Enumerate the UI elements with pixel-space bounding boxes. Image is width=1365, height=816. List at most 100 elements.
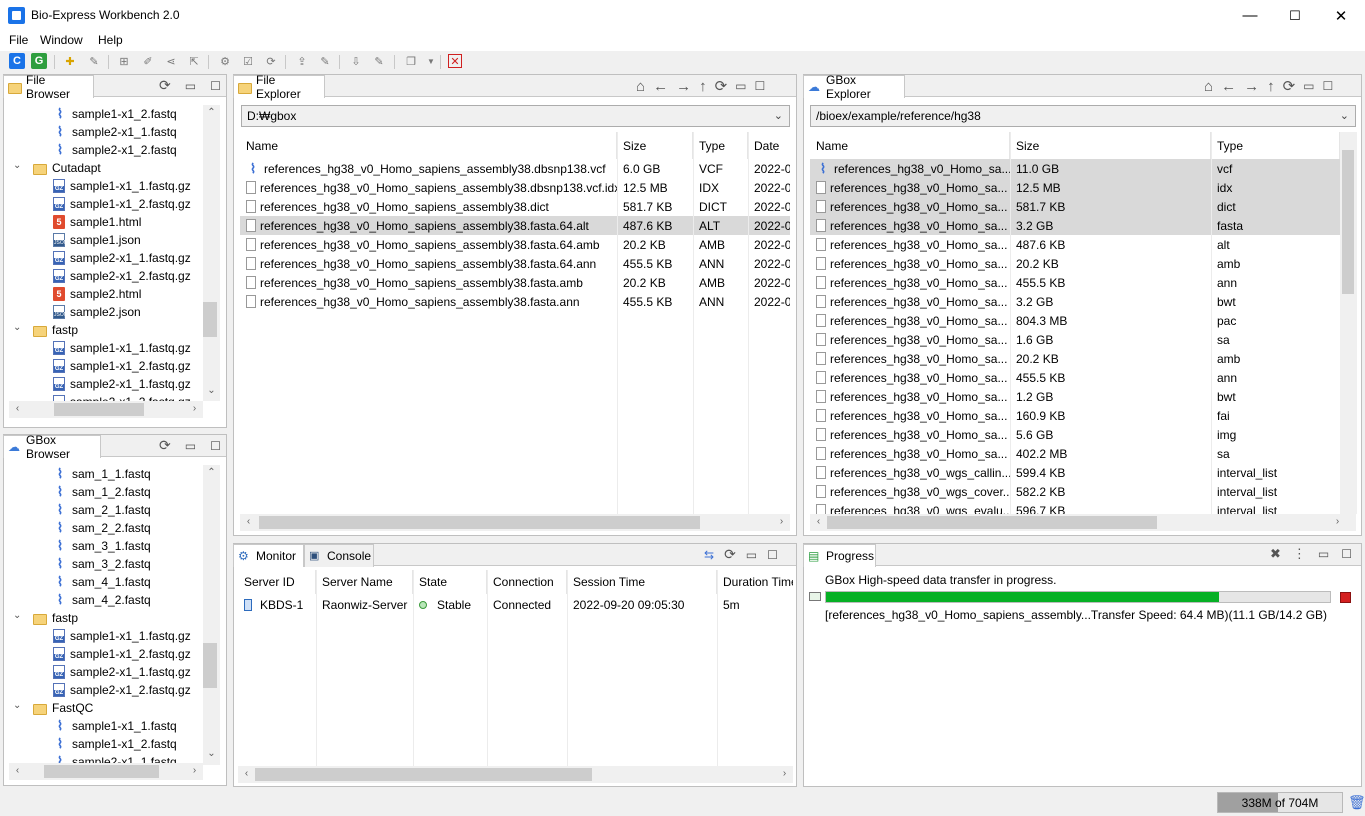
forward-arrow-icon[interactable]: →	[1244, 78, 1259, 95]
tree-item[interactable]: fastp	[33, 609, 78, 627]
scroll-thumb[interactable]	[54, 403, 144, 416]
table-row[interactable]: references_hg38_v0_Homo_sa... 402.2 MB sa	[810, 444, 1340, 463]
up-arrow-icon[interactable]: ↑	[699, 78, 707, 95]
stop-transfer-button[interactable]	[1340, 592, 1351, 603]
delete-icon[interactable]: ✕	[448, 54, 462, 68]
scroll-down-icon[interactable]: ⌄	[203, 748, 220, 759]
expand-toggle-icon[interactable]: ⌄	[13, 160, 21, 171]
forward-arrow-icon[interactable]: →	[676, 78, 691, 95]
tree-item[interactable]: fastp	[33, 321, 78, 339]
maximize-view-icon[interactable]: ☐	[754, 79, 765, 93]
tab-monitor[interactable]: ⚙ Monitor	[233, 544, 304, 567]
column-header[interactable]: Size	[1010, 132, 1211, 159]
copy-dropdown-icon[interactable]: ▼	[423, 53, 439, 69]
scroll-left-icon[interactable]: ‹	[240, 516, 257, 527]
horizontal-scrollbar[interactable]: ‹ ›	[240, 514, 790, 531]
add-pipeline-icon[interactable]: ⊞	[116, 53, 132, 69]
column-header[interactable]: Server Name	[316, 570, 413, 594]
tree-item[interactable]: ⌇ sam_1_1.fastq	[53, 465, 151, 483]
close-window-button[interactable]: ✕	[1318, 0, 1364, 31]
minimize-view-icon[interactable]: ▭	[185, 439, 196, 453]
expand-toggle-icon[interactable]: ⌄	[13, 700, 21, 711]
tree-item[interactable]: ⌇ sam_4_1.fastq	[53, 573, 151, 591]
tree-item[interactable]: GZ sample2-x1_2.fastq.gz	[53, 681, 191, 699]
share-icon[interactable]: ⋖	[163, 53, 179, 69]
column-header[interactable]: Name	[810, 132, 1010, 159]
tree-item[interactable]: GZ sample1-x1_2.fastq.gz	[53, 645, 191, 663]
tree-item[interactable]: 5 sample1.html	[53, 213, 141, 231]
column-header[interactable]: Connection	[487, 570, 567, 594]
refresh-job-icon[interactable]: ⟳	[263, 53, 279, 69]
edit-project-icon[interactable]: ✎	[86, 53, 102, 69]
minimize-view-icon[interactable]: ▭	[1303, 79, 1314, 93]
refresh-icon[interactable]: ⟳	[159, 77, 171, 94]
tab-file-explorer[interactable]: File Explorer	[233, 73, 325, 101]
tree-item[interactable]: GZ sample1-x1_2.fastq.gz	[53, 195, 191, 213]
tree-item[interactable]: GZ sample1-x1_1.fastq.gz	[53, 339, 191, 357]
scroll-right-icon[interactable]: ›	[1329, 516, 1346, 527]
column-header[interactable]: Server ID	[238, 570, 316, 594]
scroll-thumb[interactable]	[44, 765, 159, 778]
column-header[interactable]: State	[413, 570, 487, 594]
tree-item[interactable]: ⌇ sam_3_1.fastq	[53, 537, 151, 555]
table-row[interactable]: references_hg38_v0_Homo_sapiens_assembly…	[240, 292, 790, 311]
table-row[interactable]: references_hg38_v0_Homo_sa... 5.6 GB img	[810, 425, 1340, 444]
refresh-icon[interactable]: ⟳	[1283, 77, 1296, 95]
horizontal-scrollbar[interactable]: ‹ ›	[9, 763, 203, 780]
tree-item[interactable]: GZ sample1-x1_1.fastq.gz	[53, 627, 191, 645]
upload-icon[interactable]: ⇪	[294, 53, 310, 69]
scroll-left-icon[interactable]: ‹	[9, 403, 26, 414]
expand-toggle-icon[interactable]: ⌄	[13, 322, 21, 333]
scroll-up-icon[interactable]: ⌃	[203, 107, 220, 118]
minimize-view-icon[interactable]: ▭	[185, 79, 196, 93]
table-row[interactable]: references_hg38_v0_Homo_sapiens_assembly…	[240, 197, 790, 216]
table-row[interactable]: references_hg38_v0_Homo_sapiens_assembly…	[240, 178, 790, 197]
vertical-scrollbar[interactable]: ⌃ ⌄	[203, 105, 220, 401]
scroll-right-icon[interactable]: ›	[776, 768, 793, 779]
menu-help[interactable]: Help	[98, 33, 123, 47]
tree-item[interactable]: JSON sample1.json	[53, 231, 141, 249]
table-row[interactable]: references_hg38_v0_Homo_sa... 160.9 KB fai	[810, 406, 1340, 425]
scroll-right-icon[interactable]: ›	[186, 403, 203, 414]
tree-item[interactable]: JSON sample2.json	[53, 303, 141, 321]
garbage-collect-icon[interactable]: 🗑	[1348, 794, 1365, 811]
horizontal-scrollbar[interactable]: ‹ ›	[9, 401, 203, 418]
connect-icon[interactable]: ⇆	[704, 548, 714, 562]
scroll-thumb[interactable]	[203, 643, 217, 688]
upload-edit-icon[interactable]: ✎	[317, 53, 333, 69]
scroll-thumb[interactable]	[259, 516, 700, 529]
tree-item[interactable]: ⌇ sample1-x1_2.fastq	[53, 735, 177, 753]
scroll-down-icon[interactable]: ⌄	[203, 385, 220, 396]
scroll-right-icon[interactable]: ›	[773, 516, 790, 527]
vertical-scrollbar[interactable]	[1340, 132, 1357, 514]
table-row[interactable]: references_hg38_v0_Homo_sa... 20.2 KB amb	[810, 254, 1340, 273]
tree-item[interactable]: ⌇ sam_3_2.fastq	[53, 555, 151, 573]
maximize-view-icon[interactable]: ☐	[767, 548, 778, 562]
back-arrow-icon[interactable]: ←	[653, 78, 668, 95]
tree-item[interactable]: FastQC	[33, 699, 93, 717]
tree-item[interactable]: ⌇ sam_4_2.fastq	[53, 591, 151, 609]
table-row[interactable]: references_hg38_v0_Homo_sapiens_assembly…	[240, 273, 790, 292]
minimize-view-icon[interactable]: ▭	[735, 79, 746, 93]
tab-console[interactable]: ▣ Console	[304, 544, 374, 567]
view-menu-icon[interactable]: ⋮	[1293, 546, 1306, 562]
tab-progress[interactable]: ▤ Progress	[803, 544, 876, 567]
bio-express-icon[interactable]: C	[9, 53, 25, 69]
home-icon[interactable]: ⌂	[636, 78, 645, 95]
download-edit-icon[interactable]: ✎	[371, 53, 387, 69]
table-row[interactable]: references_hg38_v0_Homo_sapiens_assembly…	[240, 216, 790, 235]
tree-item[interactable]: GZ sample2-x1_1.fastq.gz	[53, 249, 191, 267]
tree-item[interactable]: ⌇ sam_2_1.fastq	[53, 501, 151, 519]
table-row[interactable]: references_hg38_v0_Homo_sa... 804.3 MB pac	[810, 311, 1340, 330]
remote-path-combo[interactable]: /bioex/example/reference/hg38 ⌄	[810, 105, 1356, 127]
validate-icon[interactable]: ☑	[240, 53, 256, 69]
copy-icon[interactable]: ❐	[403, 53, 419, 69]
maximize-view-icon[interactable]: ☐	[1341, 547, 1352, 561]
local-path-combo[interactable]: D:₩gbox ⌄	[241, 105, 790, 127]
table-row[interactable]: references_hg38_v0_wgs_cover... 582.2 KB i…	[810, 482, 1340, 501]
table-row[interactable]: references_hg38_v0_Homo_sapiens_assembly…	[240, 235, 790, 254]
table-row[interactable]: references_hg38_v0_Homo_sa... 581.7 KB dic…	[810, 197, 1340, 216]
export-icon[interactable]: ⇱	[186, 53, 202, 69]
expand-toggle-icon[interactable]: ⌄	[13, 610, 21, 621]
table-row[interactable]: references_hg38_v0_wgs_evalu... 596.7 KB i…	[810, 501, 1340, 514]
